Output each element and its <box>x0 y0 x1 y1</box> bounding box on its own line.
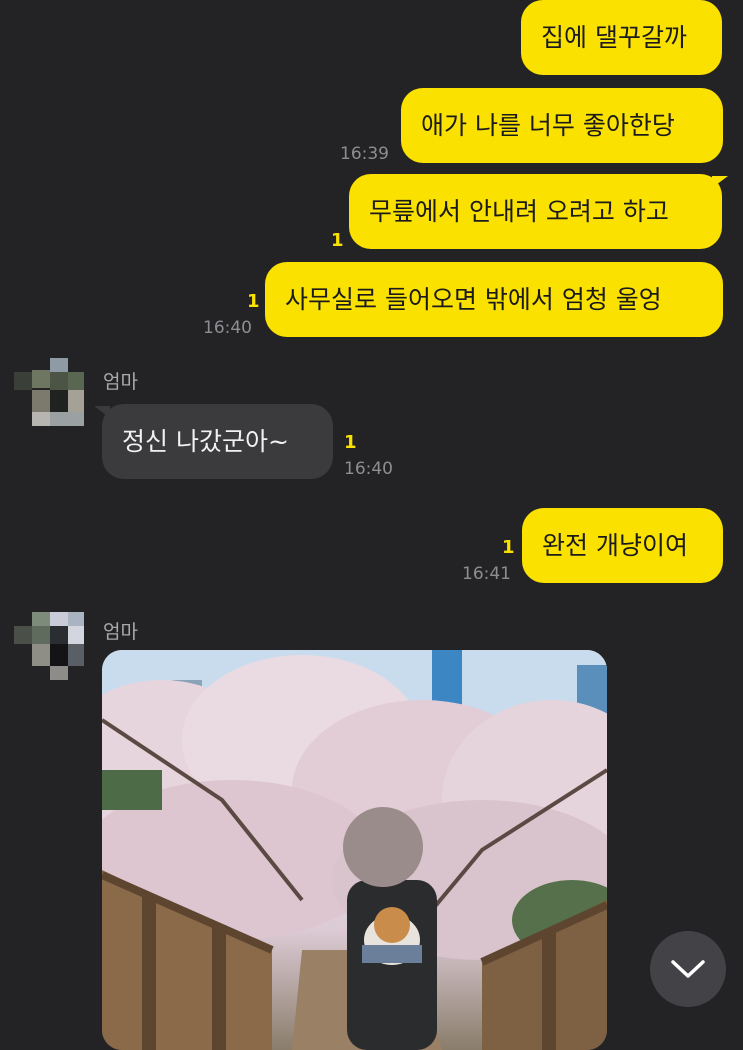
scroll-down-button[interactable] <box>650 931 726 1007</box>
message-bubble-mine[interactable]: 완전 개냥이여 <box>522 508 723 583</box>
message-bubble-mine[interactable]: 사무실로 들어오면 밖에서 엄청 울엉 <box>265 262 723 337</box>
chevron-down-icon <box>671 960 705 978</box>
message-bubble-mine[interactable]: 애가 나를 너무 좋아한당 <box>401 88 723 163</box>
photo-image <box>102 650 607 1050</box>
avatar[interactable] <box>14 358 86 430</box>
message-bubble-mine[interactable]: 집에 댈꾸갈까 <box>521 0 722 75</box>
unread-count: 1 <box>502 537 515 558</box>
sender-name: 엄마 <box>103 371 138 393</box>
message-bubble-mine[interactable]: 무릎에서 안내려 오려고 하고 <box>349 174 722 249</box>
message-time: 16:40 <box>203 318 252 338</box>
photo-message[interactable] <box>102 650 607 1050</box>
message-time: 16:39 <box>340 144 389 164</box>
sender-name: 엄마 <box>103 621 138 643</box>
bubble-tail <box>94 406 110 418</box>
message-time: 16:41 <box>462 564 511 584</box>
message-time: 16:40 <box>344 459 393 479</box>
avatar[interactable] <box>14 612 86 684</box>
unread-count: 1 <box>344 432 357 453</box>
unread-count: 1 <box>331 230 344 251</box>
bubble-tail <box>712 176 728 188</box>
unread-count: 1 <box>247 291 260 312</box>
blurred-face <box>343 807 423 887</box>
message-bubble-theirs[interactable]: 정신 나갔군아~ <box>102 404 333 479</box>
